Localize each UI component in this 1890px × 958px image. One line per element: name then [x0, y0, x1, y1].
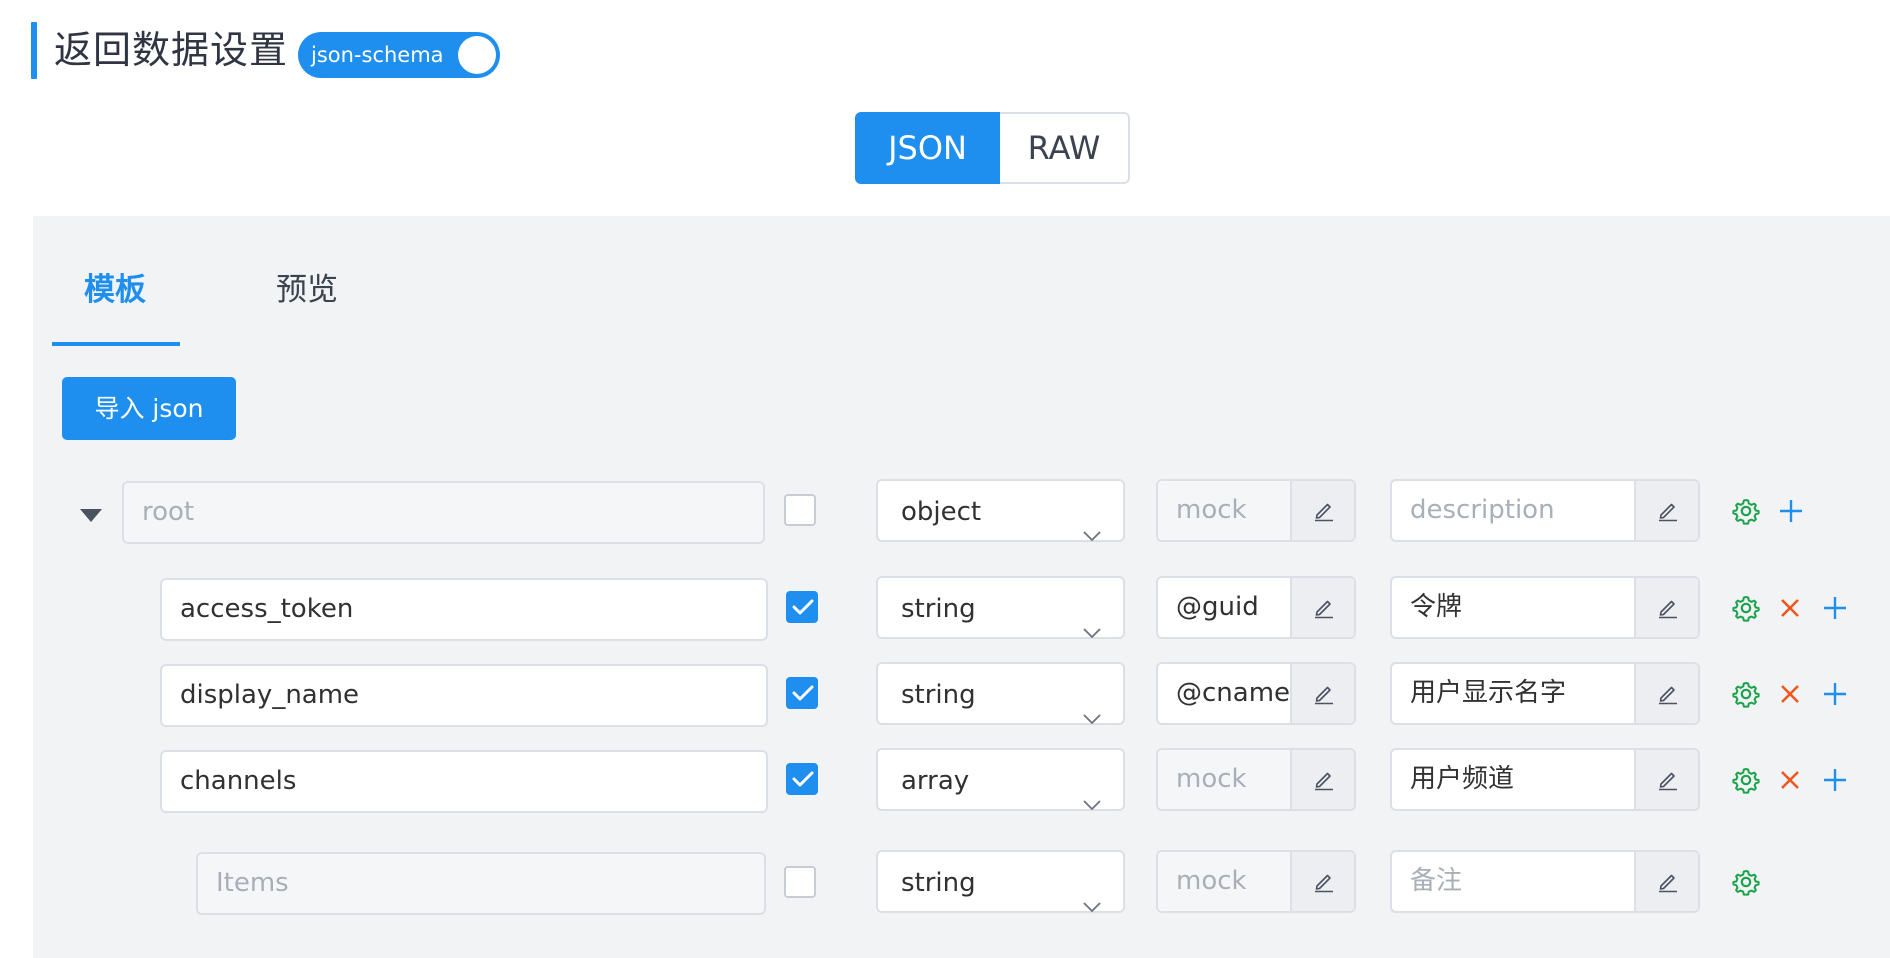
type-select-value: object	[901, 497, 982, 527]
mock-placeholder: mock	[1176, 764, 1247, 794]
import-json-button[interactable]: 导入 json	[62, 377, 236, 440]
plus-icon[interactable]	[1822, 681, 1852, 711]
gear-icon[interactable]	[1732, 766, 1762, 796]
required-checkbox[interactable]	[786, 763, 818, 795]
plus-icon[interactable]	[1822, 595, 1852, 625]
plus-icon[interactable]	[1822, 767, 1852, 797]
type-select-value: array	[901, 766, 970, 796]
field-name-input[interactable]: display_name	[160, 664, 768, 727]
type-select[interactable]: array	[876, 748, 1125, 811]
format-option-json[interactable]: JSON	[855, 112, 1000, 184]
mock-edit-button[interactable]	[1290, 578, 1354, 637]
mock-input[interactable]: @cname	[1158, 664, 1292, 723]
close-icon[interactable]	[1778, 768, 1808, 798]
description-input[interactable]: 用户显示名字	[1392, 664, 1636, 723]
field-name-placeholder: Items	[216, 868, 289, 898]
mock-input[interactable]: mock	[1158, 481, 1292, 540]
json-schema-switch[interactable]: json-schema	[298, 32, 500, 78]
tab-template[interactable]: 模板	[84, 268, 146, 312]
description-input[interactable]: description	[1392, 481, 1636, 540]
mock-input[interactable]: mock	[1158, 852, 1292, 911]
field-name-input[interactable]: root	[122, 481, 765, 544]
caret-down-icon[interactable]	[80, 509, 102, 522]
mock-edit-button[interactable]	[1290, 750, 1354, 809]
mock-input-group: mock	[1156, 850, 1356, 913]
mock-placeholder: mock	[1176, 495, 1247, 525]
gear-icon[interactable]	[1732, 497, 1762, 527]
chevron-down-icon	[1083, 874, 1101, 937]
field-name-placeholder: root	[142, 497, 195, 527]
chevron-down-icon	[1083, 503, 1101, 566]
mock-value: @cname	[1176, 678, 1291, 708]
active-tab-indicator	[52, 342, 180, 346]
mock-placeholder: mock	[1176, 866, 1247, 896]
description-edit-button[interactable]	[1634, 664, 1698, 723]
field-name-value: display_name	[180, 680, 360, 710]
required-checkbox[interactable]	[786, 591, 818, 623]
description-value: 令牌	[1410, 592, 1463, 622]
description-value: 用户显示名字	[1410, 678, 1567, 708]
type-select[interactable]: string	[876, 576, 1125, 639]
mock-input-group: mock	[1156, 479, 1356, 542]
field-name-input[interactable]: Items	[196, 852, 766, 915]
field-name-input[interactable]: channels	[160, 750, 768, 813]
mock-input[interactable]: @guid	[1158, 578, 1292, 637]
description-input[interactable]: 用户频道	[1392, 750, 1636, 809]
json-schema-switch-label: json-schema	[311, 43, 444, 67]
gear-icon[interactable]	[1732, 594, 1762, 624]
description-placeholder: description	[1410, 495, 1555, 525]
field-name-input[interactable]: access_token	[160, 578, 768, 641]
type-select-value: string	[901, 594, 976, 624]
format-option-raw[interactable]: RAW	[1000, 112, 1130, 184]
description-input[interactable]: 令牌	[1392, 578, 1636, 637]
required-checkbox[interactable]	[784, 866, 816, 898]
page-title: 返回数据设置	[54, 28, 289, 72]
description-input-group: 用户频道	[1390, 748, 1700, 811]
type-select[interactable]: object	[876, 479, 1125, 542]
mock-input-group: @guid	[1156, 576, 1356, 639]
description-input[interactable]: 备注	[1392, 852, 1636, 911]
description-value: 用户频道	[1410, 764, 1515, 794]
plus-icon[interactable]	[1778, 498, 1808, 528]
description-edit-button[interactable]	[1634, 578, 1698, 637]
description-edit-button[interactable]	[1634, 852, 1698, 911]
gear-icon[interactable]	[1732, 868, 1762, 898]
mock-value: @guid	[1176, 592, 1259, 622]
close-icon[interactable]	[1778, 596, 1808, 626]
chevron-down-icon	[1083, 600, 1101, 663]
mock-edit-button[interactable]	[1290, 664, 1354, 723]
type-select[interactable]: string	[876, 850, 1125, 913]
description-input-group: 令牌	[1390, 576, 1700, 639]
mock-edit-button[interactable]	[1290, 852, 1354, 911]
chevron-down-icon	[1083, 772, 1101, 835]
description-input-group: 用户显示名字	[1390, 662, 1700, 725]
mock-input-group: @cname	[1156, 662, 1356, 725]
switch-knob	[458, 36, 496, 74]
title-accent-bar	[31, 22, 37, 79]
mock-edit-button[interactable]	[1290, 481, 1354, 540]
description-input-group: 备注	[1390, 850, 1700, 913]
field-name-value: access_token	[180, 594, 354, 624]
field-name-value: channels	[180, 766, 297, 796]
chevron-down-icon	[1083, 686, 1101, 749]
mock-input[interactable]: mock	[1158, 750, 1292, 809]
close-icon[interactable]	[1778, 682, 1808, 712]
description-edit-button[interactable]	[1634, 750, 1698, 809]
description-input-group: description	[1390, 479, 1700, 542]
mock-input-group: mock	[1156, 748, 1356, 811]
gear-icon[interactable]	[1732, 680, 1762, 710]
type-select[interactable]: string	[876, 662, 1125, 725]
type-select-value: string	[901, 680, 976, 710]
description-placeholder: 备注	[1410, 866, 1463, 896]
description-edit-button[interactable]	[1634, 481, 1698, 540]
type-select-value: string	[901, 868, 976, 898]
tab-preview[interactable]: 预览	[276, 268, 338, 312]
required-checkbox[interactable]	[786, 677, 818, 709]
required-checkbox[interactable]	[784, 494, 816, 526]
